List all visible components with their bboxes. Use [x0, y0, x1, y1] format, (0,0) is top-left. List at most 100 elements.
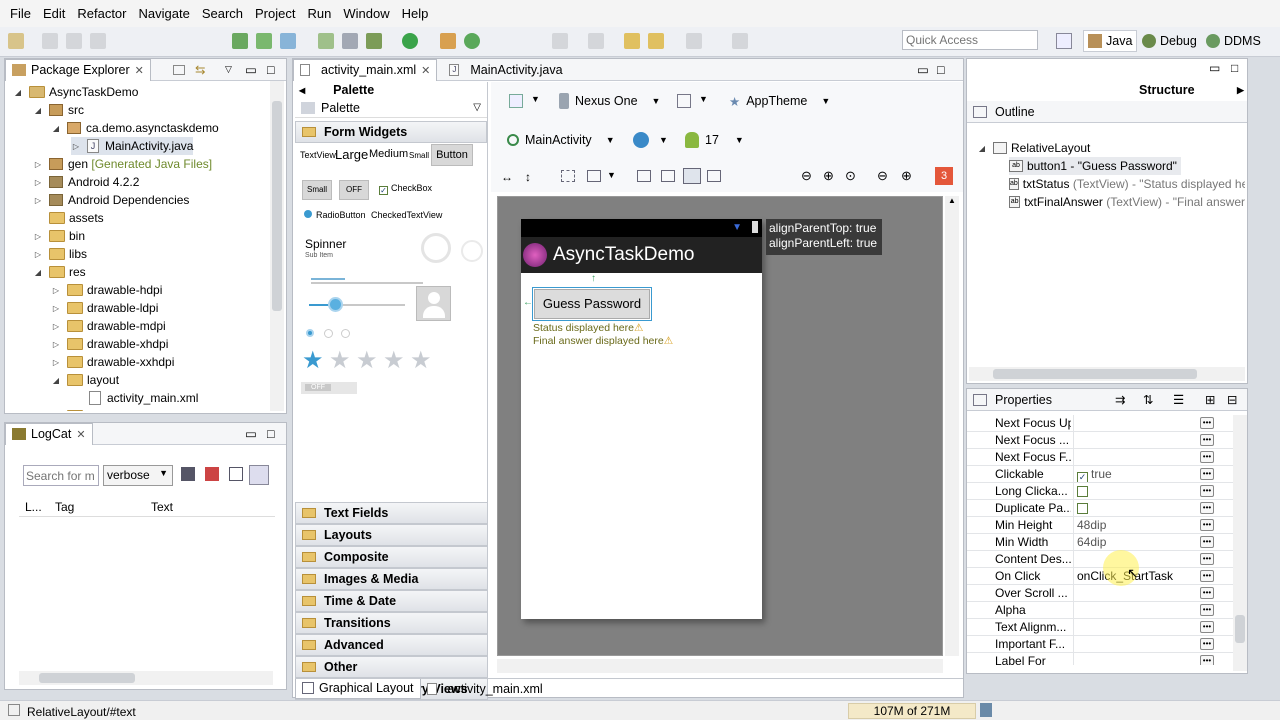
checkbox-unchecked-icon[interactable]	[1077, 503, 1088, 514]
scroll-thumb[interactable]	[1235, 615, 1245, 643]
close-icon[interactable]: ✕	[76, 428, 85, 441]
menu-edit[interactable]: Edit	[37, 6, 71, 21]
ellipsis-button[interactable]: •••	[1200, 553, 1214, 565]
fit-width-icon[interactable]: ↔	[501, 170, 513, 184]
sort-icon[interactable]: ⇅	[1143, 392, 1153, 407]
duplicate-parent-value[interactable]	[1073, 500, 1207, 516]
prop-row-next-focus-f[interactable]: Next Focus F... •••	[967, 449, 1238, 466]
new-icon[interactable]	[8, 33, 24, 49]
palette-category-time-date[interactable]: Time & Date	[295, 590, 488, 612]
tree-package[interactable]: ◢ ca.demo.asynctaskdemo	[51, 119, 219, 137]
prev-annotation-icon[interactable]	[588, 33, 604, 49]
open-perspective-icon[interactable]	[1056, 33, 1072, 49]
save-icon[interactable]	[42, 33, 58, 49]
fit-height-icon[interactable]: ↕	[525, 170, 531, 184]
palette-large-text[interactable]: Large	[335, 147, 368, 162]
expand-all-icon[interactable]: ⊞	[1205, 392, 1215, 407]
maximize-icon[interactable]: □	[267, 63, 275, 77]
outline-h-scrollbar[interactable]	[969, 367, 1245, 381]
palette-small-text[interactable]: Small	[409, 151, 429, 160]
palette-sub-item[interactable]: Sub Item	[305, 252, 333, 259]
ellipsis-button[interactable]: •••	[1200, 655, 1214, 665]
link-editor-icon[interactable]: ⇆	[195, 62, 205, 77]
progress-horizontal[interactable]	[311, 278, 345, 280]
palette-checkbox[interactable]: ✓ CheckBox	[379, 183, 432, 195]
radio-selected-icon[interactable]	[306, 329, 314, 337]
close-icon[interactable]: ✕	[421, 64, 430, 77]
collapse-all-icon[interactable]: ⊟	[1227, 392, 1237, 407]
outline-txtstatus[interactable]: ab txtStatus (TextView) - "Status display…	[1009, 175, 1245, 193]
palette-button[interactable]: Button	[431, 144, 473, 166]
tree-layout[interactable]: ◢ layout	[51, 371, 119, 389]
menu-window[interactable]: Window	[337, 6, 395, 21]
ellipsis-button[interactable]: •••	[1200, 621, 1214, 633]
palette-category-images-media[interactable]: Images & Media	[295, 568, 488, 590]
save-log-icon[interactable]	[181, 467, 195, 481]
tree-assets[interactable]: assets	[49, 209, 104, 227]
collapse-left-icon[interactable]: ◀	[299, 86, 305, 95]
zoom-plus-icon[interactable]: ⊕	[901, 168, 912, 184]
palette-category-transitions[interactable]: Transitions	[295, 612, 488, 634]
run-icon[interactable]	[402, 33, 418, 49]
tree-activity-main-xml[interactable]: activity_main.xml	[89, 389, 198, 407]
tree-libs[interactable]: ▷ libs	[33, 245, 87, 263]
prop-row-alpha[interactable]: Alpha •••	[967, 602, 1238, 619]
perspective-debug[interactable]: Debug	[1138, 30, 1201, 52]
tree-bin[interactable]: ▷ bin	[33, 227, 85, 245]
center-icon[interactable]	[661, 170, 675, 182]
perspective-ddms[interactable]: DDMS	[1202, 30, 1265, 52]
categorize-icon[interactable]: ⇉	[1115, 392, 1125, 407]
palette-radio[interactable]: RadioButton	[304, 210, 366, 220]
zoom-reset-icon[interactable]: ⊕	[823, 168, 834, 184]
minimize-icon[interactable]: ▭	[245, 62, 257, 77]
config-icon[interactable]	[509, 94, 523, 108]
debug-icon[interactable]	[366, 33, 382, 49]
snap-icon[interactable]	[707, 170, 721, 182]
pin-icon[interactable]	[342, 33, 358, 49]
android-sdk-icon[interactable]	[232, 33, 248, 49]
tree-drawable-xxhdpi[interactable]: ▷ drawable-xxhdpi	[51, 353, 174, 371]
prop-row-label-for[interactable]: Label For •••	[967, 653, 1238, 665]
tab-mainactivity-java[interactable]: J MainActivity.java	[437, 63, 563, 77]
menu-file[interactable]: File	[4, 6, 37, 21]
logcat-h-scrollbar[interactable]	[19, 671, 273, 685]
status-textview[interactable]: Status displayed here⚠	[533, 322, 643, 334]
back-icon[interactable]	[648, 33, 664, 49]
print-icon[interactable]	[90, 33, 106, 49]
align-parent-icon[interactable]	[683, 168, 701, 184]
menu-search[interactable]: Search	[196, 6, 249, 21]
ellipsis-button[interactable]: •••	[1200, 587, 1214, 599]
maximize-icon[interactable]: □	[1231, 61, 1238, 75]
api-level-select[interactable]: 17 ▼	[685, 130, 744, 150]
palette-spinner[interactable]: Spinner	[305, 237, 346, 251]
theme-select[interactable]: ★ AppTheme ▼	[729, 91, 830, 111]
last-edit-icon[interactable]	[624, 33, 640, 49]
collapse-all-icon[interactable]	[173, 64, 185, 75]
prop-row-clickable[interactable]: Clickable ✓ true •••	[967, 466, 1238, 483]
new-android-project-icon[interactable]	[318, 33, 334, 49]
radio-unselected-icon[interactable]	[324, 329, 333, 338]
prop-row-min-height[interactable]: Min Height 48dip •••	[967, 517, 1238, 534]
tree-mainactivity-java[interactable]: ▷ J MainActivity.java	[71, 137, 194, 155]
toggle-panel-icon[interactable]	[229, 467, 243, 481]
filter-icon[interactable]: ☰	[1173, 392, 1184, 407]
scroll-thumb[interactable]	[993, 369, 1197, 379]
rating-star-empty-icon[interactable]: ★	[329, 346, 351, 375]
ellipsis-button[interactable]: •••	[1200, 638, 1214, 650]
minimize-icon[interactable]: ▭	[1209, 61, 1220, 75]
margins-icon[interactable]	[561, 170, 575, 182]
save-all-icon[interactable]	[66, 33, 82, 49]
device-select[interactable]: Nexus One ▼	[559, 91, 660, 111]
seekbar-thumb[interactable]	[328, 297, 343, 312]
outline-button1[interactable]: ab button1 - "Guess Password"	[1009, 157, 1181, 175]
avd-manager-icon[interactable]	[256, 33, 272, 49]
view-menu-icon[interactable]: ▽	[225, 64, 232, 75]
tree-gen[interactable]: ▷ gen [Generated Java Files]	[33, 155, 212, 173]
chevron-down-icon[interactable]: ▼	[659, 135, 668, 145]
checkbox-checked-icon[interactable]: ✓	[1077, 472, 1088, 482]
prop-row-duplicate-parent[interactable]: Duplicate Pa... •••	[967, 500, 1238, 517]
tree-src[interactable]: ◢ src	[33, 101, 84, 119]
outline-relativelayout[interactable]: ◢ RelativeLayout	[977, 139, 1090, 157]
tree-drawable-ldpi[interactable]: ▷ drawable-ldpi	[51, 299, 158, 317]
zoom-out-icon[interactable]: ⊖	[801, 168, 812, 184]
